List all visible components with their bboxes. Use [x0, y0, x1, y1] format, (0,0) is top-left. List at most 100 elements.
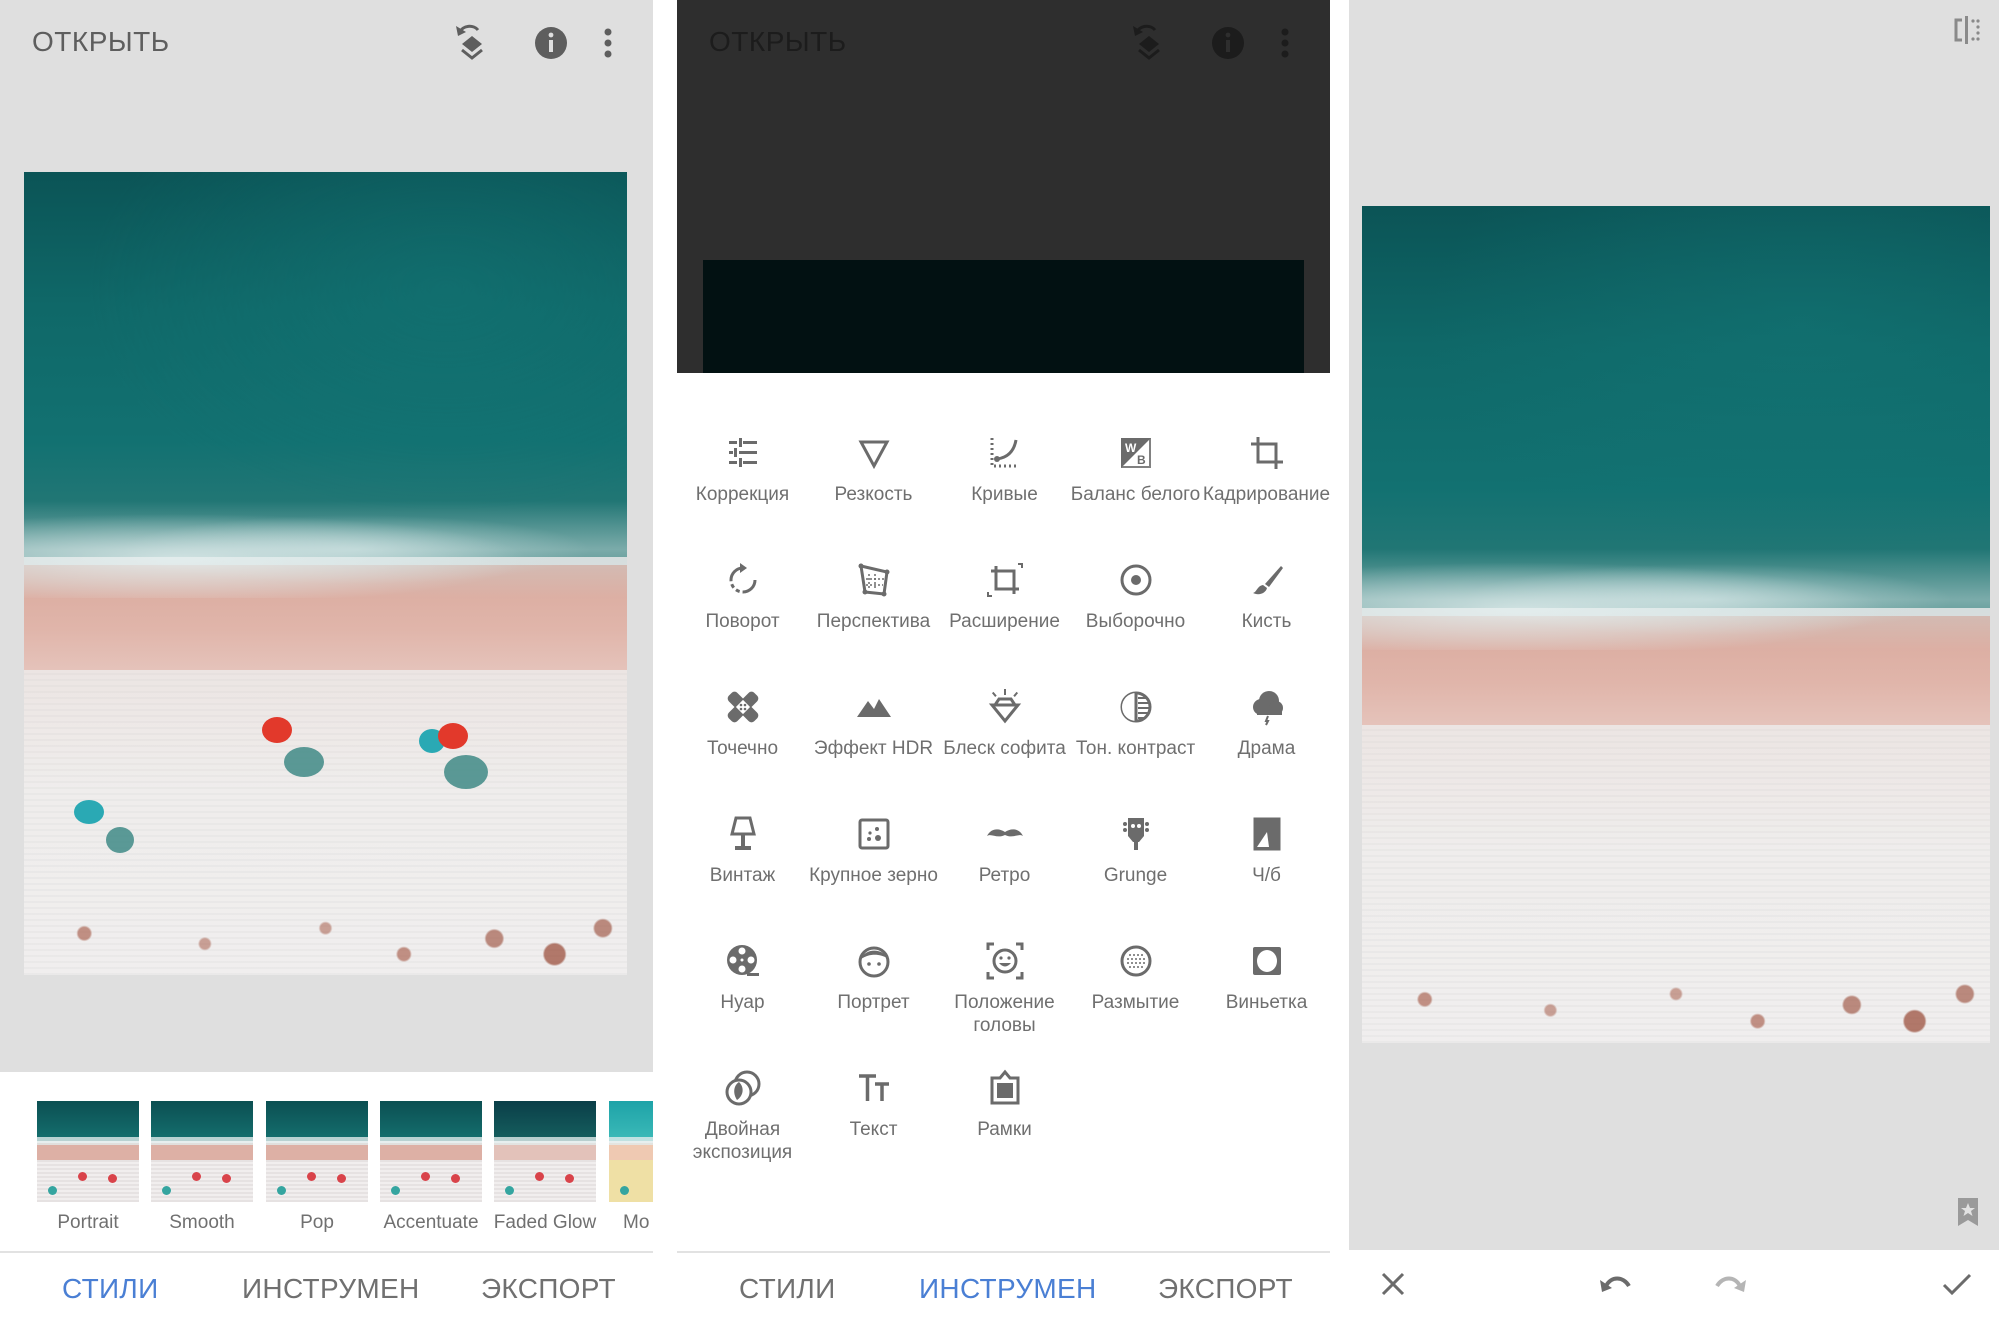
tool-item[interactable]: Текст	[808, 1008, 939, 1140]
curves-icon	[985, 433, 1025, 473]
style-thumb-label: Pop	[300, 1212, 334, 1233]
black-white-icon	[1247, 814, 1287, 854]
tool-item[interactable]: Блеск софита	[939, 627, 1070, 759]
tool-label: Двойная экспозиция	[692, 1119, 793, 1163]
perspective-icon	[854, 560, 894, 600]
undo-icon[interactable]	[1597, 1266, 1633, 1302]
selective-icon	[1116, 560, 1156, 600]
tool-item[interactable]: Размытие	[1070, 881, 1201, 1013]
dimmed-canvas[interactable]: ОТКРЫТЬ	[677, 0, 1330, 373]
tool-item[interactable]: WB Баланс белого	[1070, 373, 1201, 505]
drama-icon	[1247, 687, 1287, 727]
tools-screen: ОТКРЫТЬ Коррекция Резкость Кривые WB Бал…	[677, 0, 1330, 1322]
tool-item[interactable]: Двойная экспозиция	[677, 1008, 808, 1163]
tool-item[interactable]: Крупное зерно	[808, 754, 939, 886]
tune-icon	[723, 433, 763, 473]
style-thumb-image	[609, 1101, 653, 1202]
more-vert-icon[interactable]	[598, 22, 618, 64]
head-pose-icon	[985, 941, 1025, 981]
tool-item[interactable]: Коррекция	[677, 373, 808, 505]
style-thumb-label: Faded Glow	[493, 1212, 597, 1233]
tool-item[interactable]: Grunge	[1070, 754, 1201, 886]
photo-preview[interactable]	[24, 172, 627, 975]
close-icon[interactable]	[1375, 1266, 1411, 1302]
tool-label: Текст	[849, 1119, 898, 1140]
style-thumb-image	[380, 1101, 482, 1202]
edit-action-bar	[1349, 1250, 1999, 1322]
tool-item[interactable]: Выборочно	[1070, 500, 1201, 632]
tool-item[interactable]: Кривые	[939, 373, 1070, 505]
style-thumb-image	[37, 1101, 139, 1202]
photo-editing[interactable]	[1362, 206, 1990, 1043]
frames-icon	[985, 1068, 1025, 1108]
rotate-icon	[723, 560, 763, 600]
crop-icon	[1247, 433, 1287, 473]
tool-item[interactable]: Тон. контраст	[1070, 627, 1201, 759]
tool-item[interactable]: Расширение	[939, 500, 1070, 632]
svg-text:W: W	[1125, 441, 1137, 455]
retrolux-icon	[985, 814, 1025, 854]
umbrella-red	[438, 723, 468, 749]
style-thumb-label: Smooth	[169, 1212, 235, 1233]
white-balance-icon: WB	[1116, 433, 1156, 473]
tool-item[interactable]: Точечно	[677, 627, 808, 759]
tab-export[interactable]: ЭКСПОРТ	[481, 1273, 616, 1305]
umbrella-shadow	[284, 747, 324, 777]
style-thumbnails: Portrait Smooth Pop Accentuate Faded Glo…	[0, 1072, 653, 1252]
tool-item[interactable]: Резкость	[808, 373, 939, 505]
info-icon[interactable]	[531, 22, 571, 64]
tool-item[interactable]: Рамки	[939, 1008, 1070, 1140]
undo-stack-icon[interactable]	[1129, 22, 1169, 64]
tool-item[interactable]: Виньетка	[1201, 881, 1330, 1013]
compare-icon[interactable]	[1952, 14, 1982, 46]
tool-item[interactable]: Кисть	[1201, 500, 1330, 632]
tool-item[interactable]: Перспектива	[808, 500, 939, 632]
tool-item[interactable]: Винтаж	[677, 754, 808, 886]
noir-film-reel-icon	[723, 941, 763, 981]
open-button[interactable]: ОТКРЫТЬ	[32, 26, 170, 58]
glamour-glow-icon	[985, 687, 1025, 727]
tab-styles[interactable]: СТИЛИ	[739, 1273, 836, 1305]
umbrella-shadow	[106, 827, 134, 853]
bottom-nav: СТИЛИ ИНСТРУМЕН ЭКСПОРТ	[0, 1253, 653, 1322]
tab-export[interactable]: ЭКСПОРТ	[1158, 1273, 1293, 1305]
tool-item[interactable]: Эффект HDR	[808, 627, 939, 759]
tab-tools[interactable]: ИНСТРУМЕН	[242, 1273, 420, 1305]
tool-item[interactable]: Поворот	[677, 500, 808, 632]
check-icon[interactable]	[1939, 1266, 1975, 1302]
tool-item[interactable]: Положение головы	[939, 881, 1070, 1036]
image-canvas	[1349, 0, 1999, 1250]
photo-sea	[24, 172, 627, 558]
undo-stack-icon[interactable]	[452, 22, 492, 64]
grunge-icon	[1116, 814, 1156, 854]
tool-item[interactable]: Ч/б	[1201, 754, 1330, 886]
photo-waves	[1362, 549, 1990, 650]
tool-item[interactable]: Ретро	[939, 754, 1070, 886]
info-icon[interactable]	[1208, 22, 1248, 64]
tab-tools[interactable]: ИНСТРУМЕН	[919, 1273, 1097, 1305]
more-vert-icon[interactable]	[1275, 22, 1295, 64]
grainy-film-icon	[854, 814, 894, 854]
tool-item[interactable]: Кадрирование	[1201, 373, 1330, 505]
image-canvas: ОТКРЫТЬ	[0, 0, 653, 1072]
photo-sea	[1362, 206, 1990, 608]
tools-grid: Коррекция Резкость Кривые WB Баланс бело…	[677, 373, 1330, 1251]
style-thumb-label: Mo	[623, 1212, 650, 1233]
tab-styles[interactable]: СТИЛИ	[62, 1273, 159, 1305]
vignette-icon	[1247, 941, 1287, 981]
tool-item[interactable]: Нуар	[677, 881, 808, 1013]
style-thumb-label: Portrait	[57, 1212, 119, 1233]
umbrella-red	[262, 717, 292, 743]
tool-item[interactable]: Портрет	[808, 881, 939, 1013]
expand-icon	[985, 560, 1025, 600]
vintage-lamp-icon	[723, 814, 763, 854]
portrait-face-icon	[854, 941, 894, 981]
photo-waves	[24, 501, 627, 598]
bookmark-star-icon[interactable]	[1957, 1197, 1979, 1227]
redo-icon[interactable]	[1713, 1266, 1749, 1302]
double-exposure-icon	[723, 1068, 763, 1108]
open-button[interactable]: ОТКРЫТЬ	[709, 26, 847, 58]
tool-label: Виньетка	[1225, 992, 1308, 1013]
tool-item[interactable]: Драма	[1201, 627, 1330, 759]
photo-dune-grass	[1362, 934, 1990, 1043]
